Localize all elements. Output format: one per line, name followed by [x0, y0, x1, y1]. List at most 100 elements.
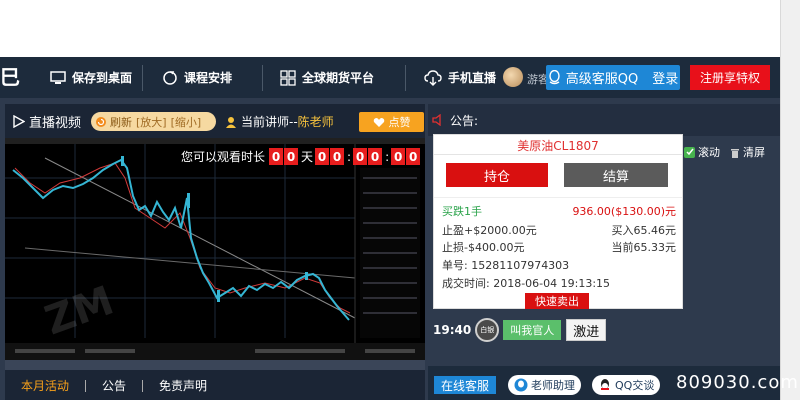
kefu-label: 高级客服QQ	[565, 72, 639, 87]
message-content: 激进	[566, 319, 607, 341]
tab-disclaimer[interactable]: 免责声明	[143, 376, 223, 396]
timer-digit: 0	[368, 148, 383, 165]
nav-label: 手机直播	[448, 71, 497, 85]
sender-name[interactable]: 叫我官人	[503, 320, 562, 340]
order-number: 单号: 15281107974303	[442, 259, 570, 272]
qq-icon	[514, 378, 528, 392]
nav-global-futures[interactable]: 全球期货平台	[280, 57, 374, 98]
video-bottom-bar: 本月活动 公告 免责声明	[5, 360, 425, 400]
scroll-label: 滚动	[698, 146, 720, 159]
logo-fragment: 巳	[0, 65, 20, 89]
watch-time-counter: 您可以观看时长 0 0 天 0 0 : 0 0 : 0 0	[181, 148, 421, 165]
nav-label: 保存到桌面	[72, 71, 133, 85]
timer-digit: 0	[284, 148, 299, 165]
divider	[434, 154, 682, 155]
deal-time: 成交时间: 2018-06-04 19:13:15	[442, 277, 611, 290]
teacher-assistant-button[interactable]: 老师助理	[508, 375, 581, 395]
nav-divider	[142, 65, 143, 91]
avatar[interactable]	[503, 67, 523, 87]
refresh-cycle-icon	[163, 70, 177, 85]
timer-digit: 0	[269, 148, 284, 165]
chat-message: 19:40 白银 叫我官人 激进	[433, 318, 607, 342]
site-watermark: 809030.com	[676, 372, 799, 393]
zoom-in-link[interactable]: [放大]	[136, 114, 167, 130]
current-teacher: 当前讲师-- 陈老师	[225, 113, 334, 130]
register-button[interactable]: 注册享特权	[690, 65, 770, 90]
hold-button[interactable]: 持仓	[446, 163, 548, 187]
tab-monthly-activity[interactable]: 本月活动	[5, 376, 85, 396]
nav-divider	[405, 65, 406, 91]
speaker-icon	[432, 114, 441, 126]
stop-loss-row: 止损-$400.00元 当前65.33元	[442, 239, 676, 255]
vip-service-qq-button[interactable]: 高级客服QQ 登录	[546, 65, 680, 90]
timer-label: 您可以观看时长	[181, 150, 266, 164]
live-video-label: 直播视频	[29, 116, 82, 131]
nav-divider	[262, 65, 263, 91]
notice-title: 公告:	[450, 113, 479, 128]
window-scrollbar[interactable]	[780, 0, 800, 400]
video-toolbar: 直播视频 刷新 [放大] [缩小] 当前讲师-- 陈老师 点赞	[5, 104, 425, 138]
bottom-tabs: 本月活动 公告 免责声明	[5, 376, 223, 396]
deal-time-row: 成交时间: 2018-06-04 19:13:15	[442, 275, 676, 291]
nav-label: 全球期货平台	[302, 71, 375, 85]
qq-chat-label: QQ交谈	[615, 379, 655, 392]
like-button[interactable]: 点赞	[359, 112, 424, 132]
current-price: 当前65.33元	[611, 241, 677, 254]
order-action-row: 买跌1手 936.00($130.00)元	[442, 203, 676, 219]
message-time: 19:40	[433, 323, 472, 337]
timer-digit: 0	[315, 148, 330, 165]
trade-order-card: 美原油CL1807 持仓 结算 买跌1手 936.00($130.00)元 止盈…	[433, 134, 683, 309]
qq-icon	[601, 379, 609, 390]
buy-in-price: 买入65.46元	[611, 224, 677, 237]
divider	[434, 197, 682, 198]
live-video-panel: 直播视频 刷新 [放大] [缩小] 当前讲师-- 陈老师 点赞 ZM 您可以观看…	[5, 104, 425, 400]
timer-digit: 0	[330, 148, 345, 165]
live-video-title: 直播视频	[13, 112, 81, 131]
qq-chat-button[interactable]: QQ交谈	[592, 375, 661, 395]
order-price: 936.00($130.00)元	[572, 205, 676, 218]
monitor-icon	[50, 70, 66, 84]
notice-bar: 公告:	[428, 104, 780, 136]
stop-loss: 止损-$400.00元	[442, 241, 525, 254]
level-badge-icon: 白银	[475, 318, 500, 342]
clear-screen-button[interactable]: 清屏	[730, 144, 765, 160]
grid-icon	[280, 69, 296, 86]
nav-label: 课程安排	[184, 71, 233, 85]
order-number-row: 单号: 15281107974303	[442, 257, 676, 273]
login-fragment: 登录	[652, 72, 679, 87]
timer-digit: 0	[406, 148, 421, 165]
like-label: 点赞	[388, 116, 411, 129]
online-service-button[interactable]: 在线客服	[434, 376, 496, 394]
timer-colon: :	[385, 149, 390, 164]
assistant-label: 老师助理	[531, 379, 575, 392]
page-top-blank	[0, 0, 780, 57]
user-icon	[226, 116, 236, 128]
teacher-prefix: 当前讲师--	[241, 115, 298, 129]
heart-icon	[373, 117, 384, 127]
trash-icon	[731, 148, 739, 158]
nav-course-schedule[interactable]: 课程安排	[162, 57, 232, 98]
take-profit: 止盈+$2000.00元	[442, 224, 537, 237]
settle-button[interactable]: 结算	[564, 163, 668, 187]
tab-announcement[interactable]: 公告	[86, 376, 142, 396]
teacher-name: 陈老师	[297, 115, 334, 129]
timer-day-unit: 天	[301, 150, 314, 164]
video-stream[interactable]: ZM 您可以观看时长 0 0 天 0 0 : 0 0 : 0 0	[5, 138, 425, 360]
video-status-strip	[5, 360, 425, 370]
refresh-label: 刷新	[110, 115, 132, 129]
checkbox-icon	[684, 146, 695, 158]
scroll-toggle[interactable]: 滚动	[684, 144, 720, 160]
refresh-icon	[96, 116, 106, 127]
clear-label: 清屏	[743, 146, 765, 159]
timer-digit: 0	[353, 148, 368, 165]
take-profit-row: 止盈+$2000.00元 买入65.46元	[442, 222, 676, 238]
instrument-name: 美原油CL1807	[517, 139, 599, 153]
fast-sell-button[interactable]: 快速卖出	[525, 293, 589, 309]
nav-mobile-live[interactable]: 手机直播	[424, 57, 496, 98]
chat-tools: 滚动 清屏	[684, 144, 775, 160]
zoom-out-link[interactable]: [缩小]	[171, 114, 202, 130]
play-icon	[13, 115, 25, 128]
nav-save-desktop[interactable]: 保存到桌面	[50, 57, 132, 98]
refresh-button[interactable]: 刷新 [放大] [缩小]	[91, 112, 216, 131]
cloud-download-icon	[424, 69, 442, 86]
